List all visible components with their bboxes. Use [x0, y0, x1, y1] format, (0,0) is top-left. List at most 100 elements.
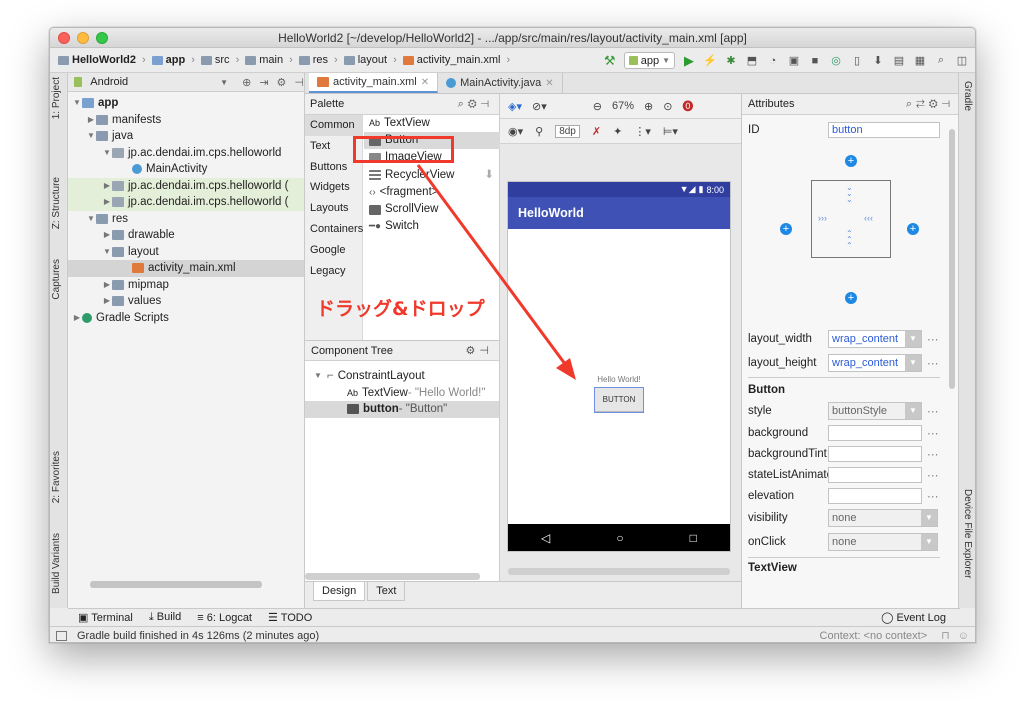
palette-item-scrollview[interactable]: ScrollView: [364, 201, 500, 218]
favorites-tool-tab[interactable]: 2: Favorites: [51, 451, 62, 503]
component-button[interactable]: button - "Button": [305, 401, 499, 418]
palette-category-google[interactable]: Google: [305, 240, 362, 261]
gear-icon[interactable]: ⚙: [277, 76, 287, 89]
more-icon[interactable]: ⋯: [927, 447, 939, 461]
tree-node-manifests[interactable]: ▶ manifests: [68, 112, 304, 129]
palette-item-fragment[interactable]: ‹› <fragment>: [364, 184, 500, 201]
tree-node-layout[interactable]: ▼ layout: [68, 244, 304, 261]
swap-view-icon[interactable]: ⇄: [916, 98, 929, 110]
orientation-icon[interactable]: ⊘▾: [532, 100, 547, 113]
apply-changes-icon[interactable]: ⚡: [703, 54, 717, 68]
event-log-tool-button[interactable]: ◯ Event Log: [881, 611, 946, 624]
attr-layout-height-select[interactable]: wrap_content ▼: [828, 354, 922, 372]
tab-mainactivity-java[interactable]: MainActivity.java ✕: [438, 73, 563, 93]
close-window-button[interactable]: [58, 32, 70, 44]
logcat-tool-button[interactable]: ≡ 6: Logcat: [197, 612, 252, 624]
hide-icon[interactable]: ⊣: [294, 76, 304, 89]
default-margin-select[interactable]: 8dp: [555, 124, 580, 138]
zoom-window-button[interactable]: [96, 32, 108, 44]
add-left-constraint-icon[interactable]: +: [780, 223, 792, 235]
tree-node-drawable[interactable]: ▶ drawable: [68, 227, 304, 244]
tree-node-values[interactable]: ▶ values: [68, 293, 304, 310]
palette-category-legacy[interactable]: Legacy: [305, 261, 362, 282]
tree-node-activity-main-xml[interactable]: activity_main.xml: [68, 260, 304, 277]
attr-style-select[interactable]: buttonStyle ▼: [828, 402, 922, 420]
hide-icon[interactable]: ⊣: [479, 345, 493, 357]
attr-backgroundtint-field[interactable]: [828, 446, 922, 462]
error-icon[interactable]: ⓿: [682, 98, 693, 114]
structure-tool-tab[interactable]: Z: Structure: [51, 177, 62, 229]
hide-icon[interactable]: ⊣: [481, 98, 493, 110]
tree-node-mipmap[interactable]: ▶ mipmap: [68, 277, 304, 294]
palette-category-common[interactable]: Common: [305, 115, 362, 136]
project-horizontal-scrollbar[interactable]: [90, 581, 262, 588]
gradle-tool-tab[interactable]: Gradle: [962, 81, 973, 111]
palette-category-widgets[interactable]: Widgets: [305, 177, 362, 198]
terminal-tool-button[interactable]: ▣ Terminal: [78, 611, 133, 624]
download-icon[interactable]: ⬇: [484, 167, 494, 184]
tree-node-package-androidtest[interactable]: ▶ jp.ac.dendai.im.cps.helloworld (: [68, 194, 304, 211]
add-bottom-constraint-icon[interactable]: +: [845, 292, 857, 304]
more-icon[interactable]: ⋯: [927, 489, 939, 503]
attach-debugger-icon[interactable]: ⬒: [745, 54, 759, 68]
close-icon[interactable]: ✕: [421, 77, 429, 88]
clear-constraints-icon[interactable]: ✗: [592, 125, 601, 138]
gear-icon[interactable]: ⚙: [929, 98, 942, 110]
attr-onclick-select[interactable]: none ▼: [828, 533, 938, 551]
search-icon[interactable]: ⌕: [458, 98, 468, 110]
layout-inspector-icon[interactable]: ▦: [913, 54, 927, 68]
make-project-hammer-icon[interactable]: ⚒: [603, 53, 617, 68]
attributes-vertical-scrollbar[interactable]: [949, 129, 955, 389]
scroll-from-source-icon[interactable]: ⊕: [242, 76, 251, 89]
infer-constraints-icon[interactable]: ✦: [613, 125, 622, 138]
attr-background-field[interactable]: [828, 425, 922, 441]
attr-layout-width-select[interactable]: wrap_content ▼: [828, 330, 922, 348]
attr-elevation-field[interactable]: [828, 488, 922, 504]
more-icon[interactable]: ⋯: [927, 356, 939, 370]
component-constraintlayout[interactable]: ▼ ⌐ ConstraintLayout: [305, 368, 499, 385]
build-tool-button[interactable]: ⤓ Build: [149, 611, 181, 624]
hide-icon[interactable]: ⊣: [942, 98, 954, 110]
tree-node-res[interactable]: ▼ res: [68, 211, 304, 228]
palette-item-switch[interactable]: ━● Switch: [364, 218, 500, 235]
tree-node-package[interactable]: ▼ jp.ac.dendai.im.cps.helloworld: [68, 145, 304, 162]
zoom-in-icon[interactable]: ⊕: [644, 100, 653, 113]
palette-category-containers[interactable]: Containers: [305, 219, 363, 240]
breadcrumb-res[interactable]: res: [298, 54, 328, 66]
status-message[interactable]: Gradle build finished in 4s 126ms (2 min…: [77, 630, 319, 642]
tree-node-gradle-scripts[interactable]: ▶ Gradle Scripts: [68, 310, 304, 327]
close-icon[interactable]: ✕: [545, 78, 553, 89]
lock-icon[interactable]: ⊓: [941, 629, 950, 642]
tool-window-toggle-icon[interactable]: [56, 630, 67, 641]
tree-node-java[interactable]: ▼ java: [68, 128, 304, 145]
palette-category-layouts[interactable]: Layouts: [305, 198, 362, 219]
build-variants-tool-tab[interactable]: Build Variants: [51, 533, 62, 594]
tree-node-package-test[interactable]: ▶ jp.ac.dendai.im.cps.helloworld (: [68, 177, 304, 194]
breadcrumb-src[interactable]: src: [200, 54, 230, 66]
minimize-window-button[interactable]: [77, 32, 89, 44]
collapse-icon[interactable]: ⇥: [259, 76, 268, 89]
project-structure-icon[interactable]: ▤: [892, 54, 906, 68]
attr-id-field[interactable]: button: [828, 122, 940, 138]
breadcrumb-module[interactable]: app: [151, 54, 185, 66]
sync-gradle-icon[interactable]: ◎: [829, 54, 843, 68]
more-icon[interactable]: ⋯: [927, 404, 939, 418]
project-tool-tab[interactable]: 1: Project: [51, 77, 62, 119]
preview-button[interactable]: BUTTON: [594, 387, 644, 413]
profile-icon[interactable]: ◔: [766, 54, 780, 68]
breadcrumb-project[interactable]: HelloWorld2: [58, 54, 136, 66]
autoconnect-icon[interactable]: ⚲: [535, 125, 543, 138]
debug-icon[interactable]: ✱: [724, 54, 738, 68]
palette-item-recyclerview[interactable]: RecyclerView ⬇: [364, 167, 500, 184]
search-everywhere-icon[interactable]: ⌕: [934, 54, 948, 68]
stop-icon[interactable]: ■: [808, 54, 822, 68]
add-right-constraint-icon[interactable]: +: [907, 223, 919, 235]
gear-icon[interactable]: ⚙: [466, 345, 480, 357]
settings-icon[interactable]: ◫: [955, 54, 969, 68]
attr-statelistanimator-field[interactable]: [828, 467, 922, 483]
tab-activity-main-xml[interactable]: activity_main.xml ✕: [309, 73, 439, 93]
tab-text[interactable]: Text: [367, 582, 406, 601]
search-icon[interactable]: ⌕: [906, 98, 916, 110]
todo-tool-button[interactable]: ☰ TODO: [268, 611, 312, 624]
breadcrumb-file[interactable]: activity_main.xml: [402, 54, 500, 66]
